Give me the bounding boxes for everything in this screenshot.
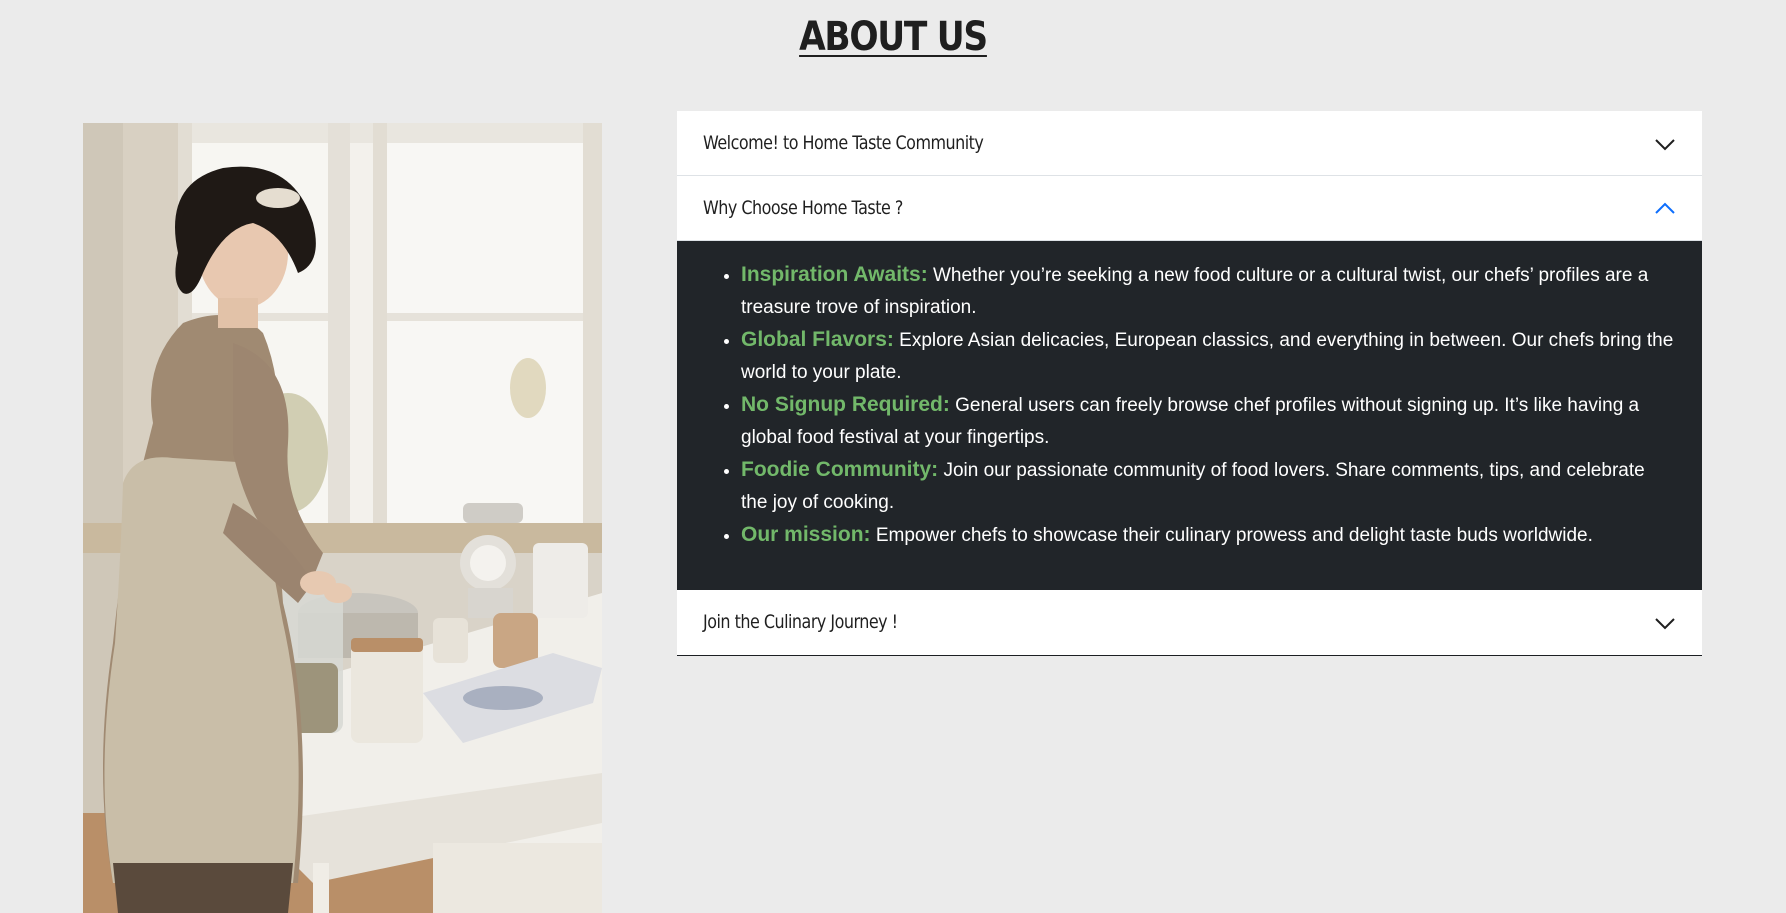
list-item: No Signup Required: General users can fr…: [741, 389, 1676, 454]
feature-list: Inspiration Awaits: Whether you’re seeki…: [711, 259, 1676, 552]
chevron-down-icon: [1655, 139, 1675, 151]
accordion-header-join[interactable]: Join the Culinary Journey !: [677, 590, 1702, 656]
accordion-title-why-choose: Why Choose Home Taste ?: [703, 197, 903, 219]
page-title: ABOUT US: [799, 14, 988, 60]
feature-term: Our mission:: [741, 523, 871, 546]
chevron-down-icon: [1655, 618, 1675, 630]
feature-term: Global Flavors:: [741, 328, 894, 351]
list-item: Our mission: Empower chefs to showcase t…: [741, 519, 1676, 552]
chevron-up-icon: [1655, 202, 1675, 214]
accordion-header-welcome[interactable]: Welcome! to Home Taste Community: [677, 111, 1702, 176]
accordion-header-why-choose[interactable]: Why Choose Home Taste ?: [677, 176, 1702, 241]
feature-term: Foodie Community:: [741, 458, 939, 481]
about-accordion: Welcome! to Home Taste Community Why Cho…: [677, 111, 1702, 656]
accordion-title-join: Join the Culinary Journey !: [703, 611, 898, 633]
list-item: Inspiration Awaits: Whether you’re seeki…: [741, 259, 1676, 324]
accordion-title-welcome: Welcome! to Home Taste Community: [703, 132, 984, 154]
feature-term: No Signup Required:: [741, 393, 950, 416]
chef-cooking-photo: [83, 123, 602, 913]
feature-term: Inspiration Awaits:: [741, 263, 928, 286]
feature-text: Empower chefs to showcase their culinary…: [875, 525, 1593, 546]
list-item: Global Flavors: Explore Asian delicacies…: [741, 324, 1676, 389]
accordion-body-why-choose: Inspiration Awaits: Whether you’re seeki…: [677, 241, 1702, 590]
list-item: Foodie Community: Join our passionate co…: [741, 454, 1676, 519]
